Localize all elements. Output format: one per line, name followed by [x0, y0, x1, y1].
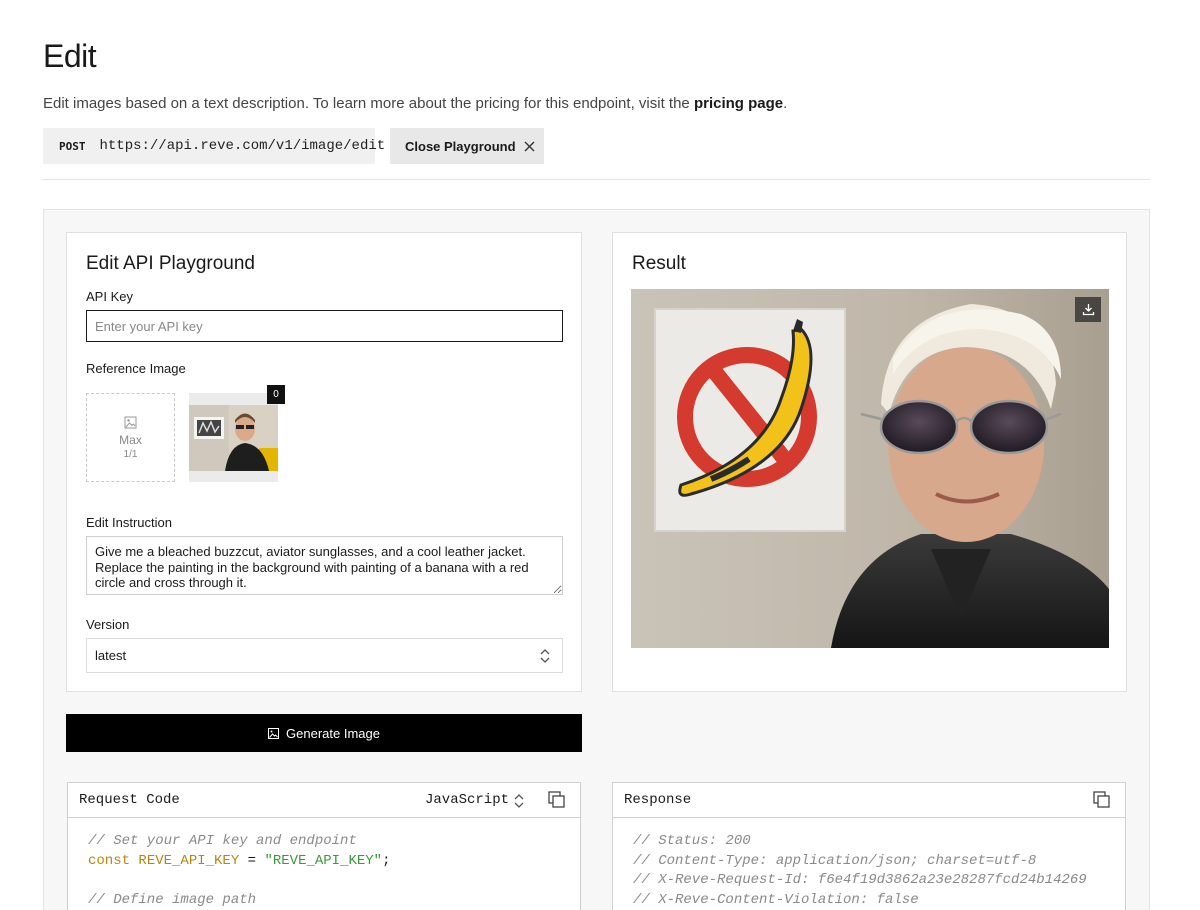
close-icon [524, 141, 535, 151]
response-title: Response [624, 792, 692, 808]
copy-icon[interactable] [1093, 791, 1110, 808]
response-header: Response [613, 783, 1125, 818]
copy-icon[interactable] [548, 791, 565, 808]
code-string: "REVE_API_KEY" [264, 852, 383, 869]
generate-image-label: Generate Image [286, 725, 380, 741]
description-text: Edit images based on a text description.… [43, 95, 694, 112]
response-line: // Content-Type: application/json; chars… [633, 852, 1037, 869]
http-method: POST [59, 139, 86, 153]
code-keyword: const [88, 852, 131, 869]
endpoint-url: https://api.reve.com/v1/image/edit [99, 138, 386, 154]
response-panel: Response // Status: 200 // Content-Type: … [612, 782, 1126, 910]
code-operator: = [239, 852, 265, 869]
request-code-panel: Request Code JavaScript // Set your API … [67, 782, 581, 910]
image-count-badge: 0 [267, 385, 285, 404]
request-code-body: // Set your API key and endpoint const RE… [68, 818, 580, 910]
page-title: Edit [43, 38, 97, 74]
close-playground-button[interactable]: Close Playground [390, 128, 544, 164]
code-variable: REVE_API_KEY [138, 852, 240, 869]
generate-image-button[interactable]: Generate Image [66, 714, 582, 752]
response-line: // Status: 200 [633, 833, 751, 849]
version-label: Version [86, 617, 130, 632]
result-title: Result [632, 253, 686, 274]
code-line: // Set your API key and endpoint [88, 833, 357, 849]
language-select[interactable]: JavaScript [425, 792, 509, 808]
request-code-header: Request Code JavaScript [68, 783, 580, 818]
api-key-label: API Key [86, 289, 133, 304]
chevron-updown-icon [540, 649, 550, 663]
reference-photo [189, 393, 278, 482]
version-selected-value: latest [95, 648, 127, 663]
pricing-link[interactable]: pricing page [694, 95, 783, 112]
edit-instruction-label: Edit Instruction [86, 515, 172, 530]
chevron-updown-icon[interactable] [514, 793, 524, 809]
reference-image-label: Reference Image [86, 361, 186, 376]
image-placeholder-icon [124, 416, 137, 428]
result-panel: Result [612, 232, 1127, 692]
image-upload-dropzone[interactable]: Max 1/1 [86, 393, 175, 482]
request-code-title: Request Code [79, 792, 180, 808]
description-suffix: . [783, 95, 788, 112]
result-image [631, 289, 1109, 648]
code-line: // Define image path [88, 891, 257, 908]
close-playground-label: Close Playground [405, 138, 516, 154]
code-line: const REVE_API_KEY = "REVE_API_KEY"; [88, 852, 580, 872]
api-key-input[interactable] [86, 310, 563, 342]
response-line: // X-Reve-Request-Id: f6e4f19d3862a23e28… [633, 872, 1087, 888]
endpoint-bar: POST https://api.reve.com/v1/image/edit [43, 128, 385, 164]
response-line: // X-Reve-Content-Violation: false [633, 891, 919, 908]
code-semicolon: ; [382, 852, 391, 869]
result-photo [631, 289, 1109, 648]
playground-title: Edit API Playground [86, 253, 255, 274]
page-description: Edit images based on a text description.… [43, 95, 787, 112]
playground-form-panel: Edit API Playground API Key Reference Im… [66, 232, 582, 692]
header-divider [43, 179, 1150, 180]
reference-thumbnail[interactable] [189, 393, 278, 482]
edit-instruction-textarea[interactable]: Give me a bleached buzzcut, aviator sung… [86, 536, 563, 595]
upload-ratio-label: 1/1 [123, 448, 138, 460]
image-icon [268, 727, 280, 739]
version-select[interactable]: latest [86, 638, 563, 673]
response-body: // Status: 200 // Content-Type: applicati… [613, 818, 1125, 910]
upload-max-label: Max [119, 432, 142, 447]
download-icon [1082, 304, 1094, 316]
download-button[interactable] [1075, 297, 1101, 322]
